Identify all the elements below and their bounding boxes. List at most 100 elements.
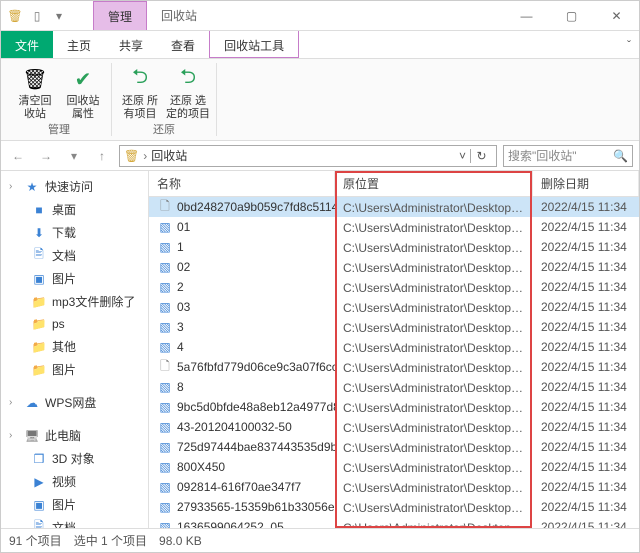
- nav-downloads[interactable]: ⬇下载: [1, 221, 148, 244]
- file-row[interactable]: ▧800X450C:\Users\Administrator\Desktop\图…: [149, 457, 639, 477]
- restore-selected-button[interactable]: ⮌ 还原 选定的项目: [166, 63, 210, 121]
- status-bar: 91 个项目 选中 1 个项目 98.0 KB: [1, 528, 639, 552]
- navigation-pane[interactable]: ›★快速访问 ■桌面 ⬇下载 🖹文档 ▣图片 📁mp3文件删除了 📁ps 📁其他…: [1, 171, 149, 528]
- tab-recycle-tools[interactable]: 回收站工具: [209, 31, 299, 58]
- recent-button[interactable]: ▾: [63, 145, 85, 167]
- file-row[interactable]: ▧1636599064252_05C:\Users\Administrator\…: [149, 517, 639, 528]
- forward-button[interactable]: →: [35, 145, 57, 167]
- rows-container[interactable]: 🗋0bd248270a9b059c7fd8c51142...C:\Users\A…: [149, 197, 639, 528]
- file-row[interactable]: ▧27933565-15359b61b33056e53C:\Users\Admi…: [149, 497, 639, 517]
- file-row[interactable]: ▧3C:\Users\Administrator\Desktop\图片2022/…: [149, 317, 639, 337]
- file-row[interactable]: 🗋5a76fbfd779d06ce9c3a07f6cc3c...C:\Users…: [149, 357, 639, 377]
- file-row[interactable]: ▧1C:\Users\Administrator\Desktop\图片2022/…: [149, 237, 639, 257]
- nav-videos[interactable]: ▶视频: [1, 470, 148, 493]
- up-button[interactable]: ↑: [91, 145, 113, 167]
- restore-all-button[interactable]: ⮌ 还原 所有项目: [118, 63, 162, 121]
- file-row[interactable]: ▧8C:\Users\Administrator\Desktop\图片2022/…: [149, 377, 639, 397]
- cell-date: 2022/4/15 11:34: [533, 200, 639, 214]
- file-row[interactable]: ▧43-201204100032-50C:\Users\Administrato…: [149, 417, 639, 437]
- content: ›★快速访问 ■桌面 ⬇下载 🖹文档 ▣图片 📁mp3文件删除了 📁ps 📁其他…: [1, 171, 639, 528]
- cell-location: C:\Users\Administrator\Desktop\图片: [335, 319, 533, 336]
- cell-date: 2022/4/15 11:34: [533, 460, 639, 474]
- file-row[interactable]: ▧01C:\Users\Administrator\Desktop\图片2022…: [149, 217, 639, 237]
- cell-date: 2022/4/15 11:34: [533, 400, 639, 414]
- cell-location: C:\Users\Administrator\Desktop\图片: [335, 399, 533, 416]
- image-file-icon: ▧: [157, 219, 173, 235]
- minimize-button[interactable]: —: [504, 1, 549, 30]
- cell-name: ▧2: [149, 279, 335, 295]
- ribbon-tabs: 文件 主页 共享 查看 回收站工具 ˇ: [1, 31, 639, 59]
- tab-file[interactable]: 文件: [1, 31, 53, 58]
- group-restore-label: 还原: [153, 121, 175, 137]
- file-row[interactable]: 🗋0bd248270a9b059c7fd8c51142...C:\Users\A…: [149, 197, 639, 217]
- cell-name: ▧1636599064252_05: [149, 519, 335, 528]
- nav-quick-access[interactable]: ›★快速访问: [1, 175, 148, 198]
- maximize-button[interactable]: ▢: [549, 1, 594, 30]
- cell-date: 2022/4/15 11:34: [533, 500, 639, 514]
- cell-location: C:\Users\Administrator\Desktop\图片: [335, 339, 533, 356]
- search-input[interactable]: 搜索"回收站" 🔍: [503, 145, 633, 167]
- cell-location: C:\Users\Administrator\Desktop\图片: [335, 259, 533, 276]
- close-button[interactable]: ✕: [594, 1, 639, 30]
- image-file-icon: ▧: [157, 339, 173, 355]
- refresh-button[interactable]: ↻: [470, 149, 492, 163]
- ribbon-collapse-icon[interactable]: ˇ: [619, 31, 639, 58]
- nav-desktop[interactable]: ■桌面: [1, 198, 148, 221]
- file-row[interactable]: ▧725d97444bae837443535d9bfe...C:\Users\A…: [149, 437, 639, 457]
- cell-name: ▧01: [149, 219, 335, 235]
- file-row[interactable]: ▧2C:\Users\Administrator\Desktop\图片2022/…: [149, 277, 639, 297]
- file-row[interactable]: ▧02C:\Users\Administrator\Desktop\图片2022…: [149, 257, 639, 277]
- file-row[interactable]: ▧092814-616f70ae347f7C:\Users\Administra…: [149, 477, 639, 497]
- file-row[interactable]: ▧9bc5d0bfde48a8eb12a4977d86...C:\Users\A…: [149, 397, 639, 417]
- chevron-right-icon: ›: [143, 149, 147, 163]
- status-size: 98.0 KB: [159, 534, 202, 548]
- qat-dropdown-icon[interactable]: ▾: [51, 8, 67, 24]
- cell-location: C:\Users\Administrator\Desktop\图片: [335, 439, 533, 456]
- breadcrumb-location[interactable]: 回收站: [151, 147, 187, 164]
- context-tab-manage[interactable]: 管理: [93, 1, 147, 30]
- cell-location: C:\Users\Administrator\Desktop\图片: [335, 199, 533, 216]
- empty-recycle-icon: 🗑: [21, 65, 49, 93]
- cell-date: 2022/4/15 11:34: [533, 440, 639, 454]
- image-file-icon: ▧: [157, 479, 173, 495]
- recycle-props-button[interactable]: ✔ 回收站 属性: [61, 63, 105, 121]
- nav-pictures2[interactable]: 📁图片: [1, 358, 148, 381]
- nav-documents2[interactable]: 🖹文档: [1, 516, 148, 528]
- image-file-icon: ▧: [157, 499, 173, 515]
- image-file-icon: ▧: [157, 459, 173, 475]
- address-box[interactable]: 🗑 › 回收站 ˅ ↻: [119, 145, 497, 167]
- cell-location: C:\Users\Administrator\Desktop\图片: [335, 359, 533, 376]
- nav-pictures[interactable]: ▣图片: [1, 267, 148, 290]
- nav-documents[interactable]: 🖹文档: [1, 244, 148, 267]
- nav-other[interactable]: 📁其他: [1, 335, 148, 358]
- cell-location: C:\Users\Administrator\Desktop\图片: [335, 499, 533, 516]
- cell-location: C:\Users\Administrator\Desktop\图片: [335, 279, 533, 296]
- search-placeholder: 搜索"回收站": [508, 147, 577, 164]
- cell-location: C:\Users\Administrator\Desktop\图片: [335, 419, 533, 436]
- cell-date: 2022/4/15 11:34: [533, 300, 639, 314]
- nav-wps[interactable]: ›☁WPS网盘: [1, 391, 148, 414]
- column-name[interactable]: 名称: [149, 171, 335, 196]
- column-location[interactable]: 原位置: [335, 171, 533, 196]
- nav-pictures3[interactable]: ▣图片: [1, 493, 148, 516]
- nav-ps[interactable]: 📁ps: [1, 313, 148, 335]
- nav-this-pc[interactable]: ›🖥此电脑: [1, 424, 148, 447]
- tab-view[interactable]: 查看: [157, 31, 209, 58]
- properties-icon: ✔: [69, 65, 97, 93]
- cell-date: 2022/4/15 11:34: [533, 320, 639, 334]
- file-row[interactable]: ▧4C:\Users\Administrator\Desktop\图片2022/…: [149, 337, 639, 357]
- address-dropdown-icon[interactable]: ˅: [459, 149, 466, 163]
- empty-recycle-button[interactable]: 🗑 清空回 收站: [13, 63, 57, 121]
- back-button[interactable]: ←: [7, 145, 29, 167]
- nav-mp3-deleted[interactable]: 📁mp3文件删除了: [1, 290, 148, 313]
- group-manage-label: 管理: [48, 121, 70, 137]
- column-date[interactable]: 删除日期: [533, 171, 639, 196]
- search-icon: 🔍: [613, 149, 628, 163]
- status-count: 91 个项目: [9, 532, 62, 549]
- tab-share[interactable]: 共享: [105, 31, 157, 58]
- file-row[interactable]: ▧03C:\Users\Administrator\Desktop\图片2022…: [149, 297, 639, 317]
- nav-3d-objects[interactable]: ❒3D 对象: [1, 447, 148, 470]
- tab-home[interactable]: 主页: [53, 31, 105, 58]
- cell-location: C:\Users\Administrator\Desktop\图片: [335, 459, 533, 476]
- address-bar: ← → ▾ ↑ 🗑 › 回收站 ˅ ↻ 搜索"回收站" 🔍: [1, 141, 639, 171]
